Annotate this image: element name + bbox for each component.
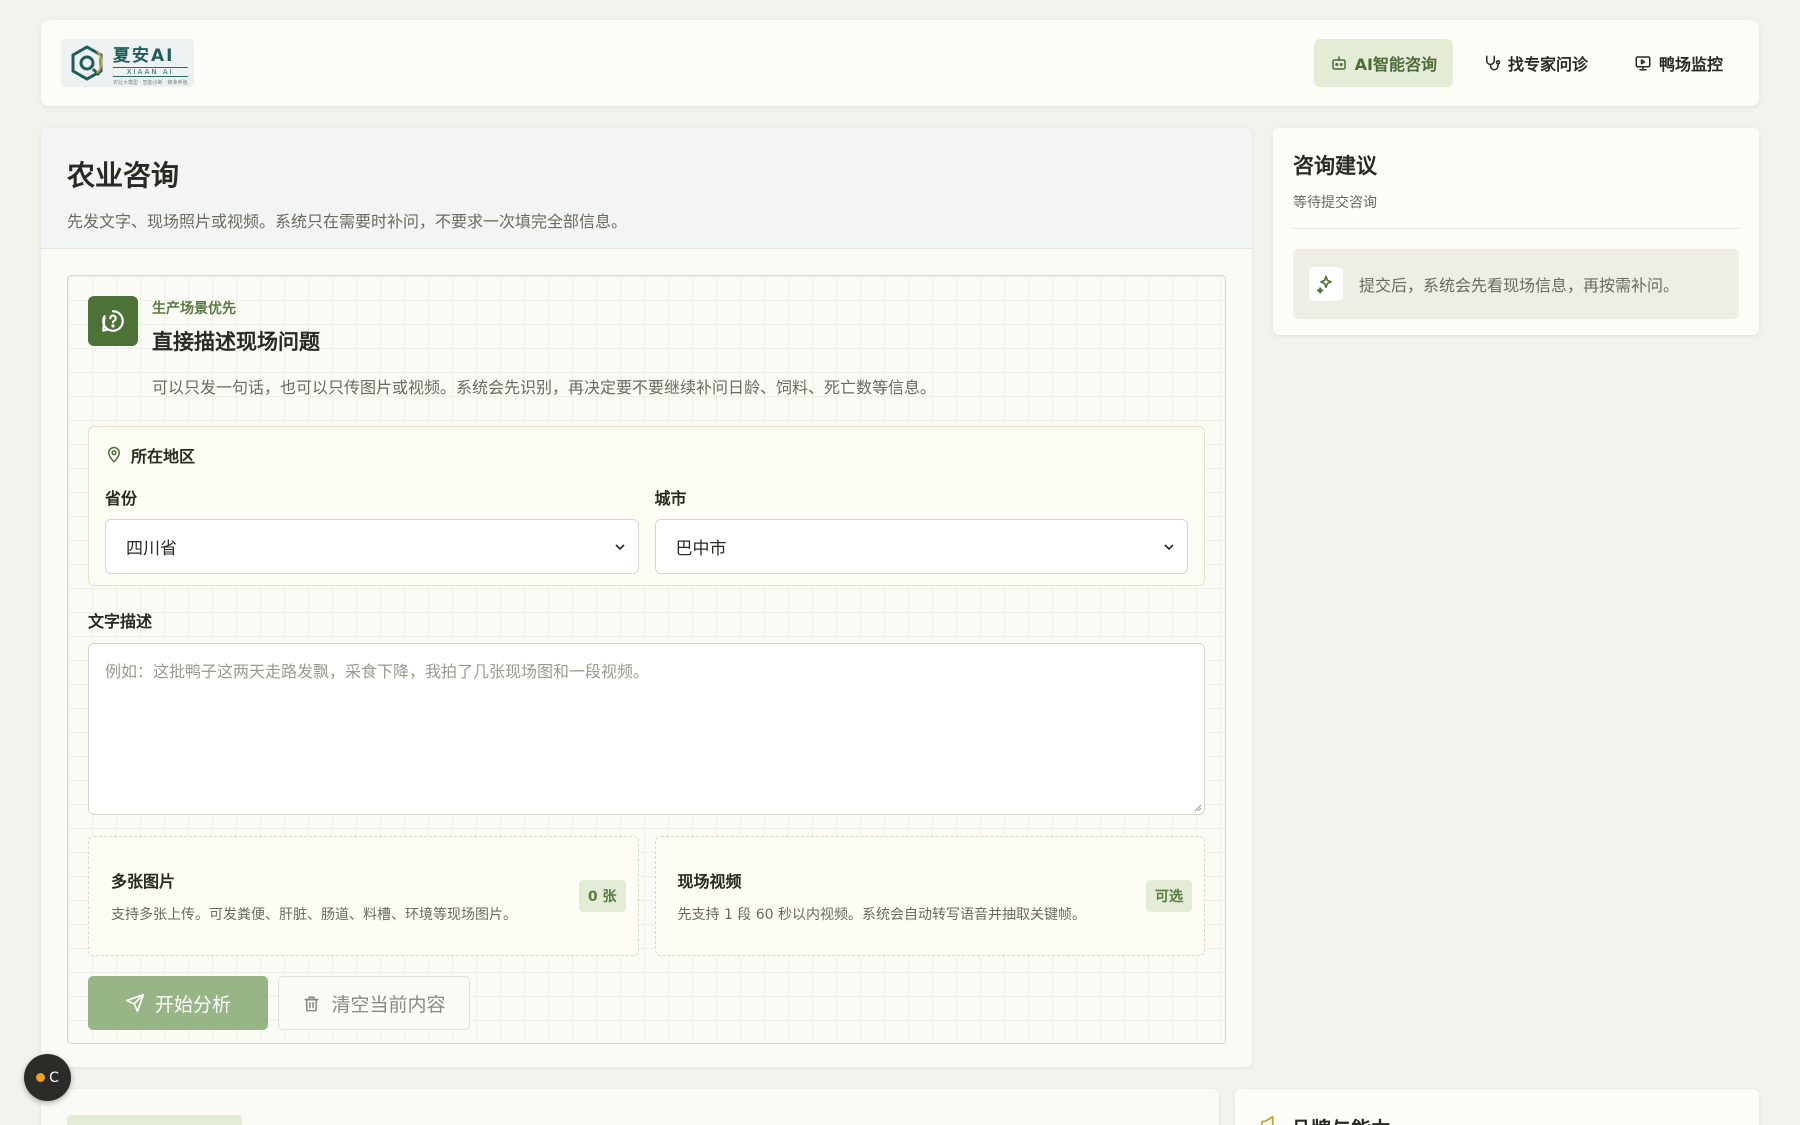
image-upload[interactable]: 多张图片 支持多张上传。可发粪便、肝脏、肠道、料槽、环境等现场图片。 0 张: [88, 836, 639, 956]
brand-capability-title: 品牌与能力: [1291, 1113, 1391, 1125]
nav-expert[interactable]: 找专家问诊: [1467, 39, 1604, 87]
intro-section: 生产场景优先 直接描述现场问题 可以只发一句话，也可以只传图片或视频。系统会先识…: [88, 296, 1205, 398]
top-navigation-bar: 夏安AI XIAAN AI 农业大模型 · 智能诊断 · 精准养殖 AI智能咨询…: [41, 20, 1759, 106]
advice-panel: 咨询建议 等待提交咨询 提交后，系统会先看现场信息，再按需补问。: [1273, 128, 1759, 335]
brand-capability-panel: 品牌与能力: [1235, 1089, 1759, 1125]
province-label: 省份: [105, 489, 138, 508]
robot-icon: [1331, 56, 1346, 70]
clear-label: 清空当前内容: [331, 993, 446, 1016]
sparkle-icon: [1309, 267, 1343, 301]
question-icon: [88, 296, 138, 346]
page-description: 先发文字、现场照片或视频。系统只在需要时补问，不要求一次填完全部信息。: [67, 212, 628, 231]
floating-label: C: [49, 1069, 59, 1086]
advice-status: 等待提交咨询: [1293, 192, 1739, 229]
video-upload[interactable]: 现场视频 先支持 1 段 60 秒以内视频。系统会自动转写语音并抽取关键帧。 可…: [654, 836, 1205, 956]
brand-logo[interactable]: 夏安AI XIAAN AI 农业大模型 · 智能诊断 · 精准养殖: [61, 39, 194, 87]
floating-assistant-button[interactable]: C: [24, 1054, 71, 1101]
nav-monitor[interactable]: 鸭场监控: [1618, 39, 1739, 87]
form-actions: 开始分析 清空当前内容: [88, 976, 1205, 1030]
city-select[interactable]: 巴中市: [654, 519, 1188, 574]
page-title: 农业咨询: [67, 159, 180, 192]
intro-tag: 生产场景优先: [152, 301, 236, 317]
intro-title: 直接描述现场问题: [152, 330, 320, 354]
consult-panel: 农业咨询 先发文字、现场照片或视频。系统只在需要时补问，不要求一次填完全部信息。…: [41, 128, 1252, 1067]
advice-title: 咨询建议: [1293, 154, 1377, 178]
upload-section: 多张图片 支持多张上传。可发粪便、肝脏、肠道、料槽、环境等现场图片。 0 张 现…: [88, 836, 1205, 956]
advice-note: 提交后，系统会先看现场信息，再按需补问。: [1293, 249, 1739, 319]
main-nav: AI智能咨询 找专家问诊 鸭场监控: [1313, 39, 1739, 87]
province-select[interactable]: 四川省: [105, 519, 639, 574]
brand-title: 夏安AI: [113, 45, 175, 66]
region-section: 所在地区 省份 四川省 城市 巴中市: [88, 426, 1205, 586]
video-upload-title: 现场视频: [677, 872, 742, 891]
description-placeholder: 例如：这批鸭子这两天走路发飘，采食下降，我拍了几张现场图和一段视频。: [105, 662, 650, 681]
video-optional-badge: 可选: [1146, 880, 1192, 912]
image-count-badge: 0 张: [578, 880, 626, 912]
megaphone-icon: [1260, 1115, 1274, 1125]
trash-icon: [304, 995, 320, 1011]
advice-note-text: 提交后，系统会先看现场信息，再按需补问。: [1359, 276, 1680, 295]
brand-tagline: 农业大模型 · 智能诊断 · 精准养殖: [113, 79, 188, 86]
nav-expert-label: 找专家问诊: [1507, 55, 1588, 74]
start-analysis-label: 开始分析: [154, 993, 231, 1016]
clear-button[interactable]: 清空当前内容: [278, 976, 470, 1030]
stethoscope-icon: [1485, 55, 1501, 71]
send-icon: [125, 993, 145, 1013]
province-value: 四川省: [126, 539, 177, 559]
resize-handle-icon[interactable]: [1192, 802, 1202, 812]
consult-header: 农业咨询 先发文字、现场照片或视频。系统只在需要时补问，不要求一次填完全部信息。: [41, 128, 1252, 249]
description-label: 文字描述: [88, 612, 153, 631]
image-upload-description: 支持多张上传。可发粪便、肝脏、肠道、料槽、环境等现场图片。: [111, 907, 517, 923]
city-value: 巴中市: [675, 539, 727, 559]
chevron-down-icon: [1164, 543, 1174, 550]
nav-monitor-label: 鸭场监控: [1658, 55, 1723, 74]
description-textarea[interactable]: 例如：这批鸭子这两天走路发飘，采食下降，我拍了几张现场图和一段视频。: [88, 643, 1205, 815]
start-analysis-button[interactable]: 开始分析: [88, 976, 268, 1030]
monitor-icon: [1635, 56, 1651, 71]
image-upload-title: 多张图片: [111, 872, 176, 891]
intro-description: 可以只发一句话，也可以只传图片或视频。系统会先识别，再决定要不要继续补问日龄、饲…: [152, 378, 937, 397]
brand-subtitle: XIAAN AI: [113, 66, 188, 77]
chevron-down-icon: [614, 543, 625, 550]
consult-form: 生产场景优先 直接描述现场问题 可以只发一句话，也可以只传图片或视频。系统会先识…: [67, 275, 1226, 1044]
region-title: 所在地区: [131, 447, 196, 466]
location-pin-icon: [108, 446, 120, 463]
video-upload-description: 先支持 1 段 60 秒以内视频。系统会自动转写语音并抽取关键帧。: [677, 907, 1087, 923]
city-label: 城市: [654, 489, 687, 508]
status-dot-icon: [36, 1073, 46, 1082]
lower-panel: [41, 1089, 1219, 1125]
nav-ai-consult[interactable]: AI智能咨询: [1313, 39, 1453, 87]
nav-ai-consult-label: AI智能咨询: [1354, 55, 1437, 74]
logo-icon: [67, 43, 107, 83]
lower-panel-tab[interactable]: [67, 1115, 242, 1125]
